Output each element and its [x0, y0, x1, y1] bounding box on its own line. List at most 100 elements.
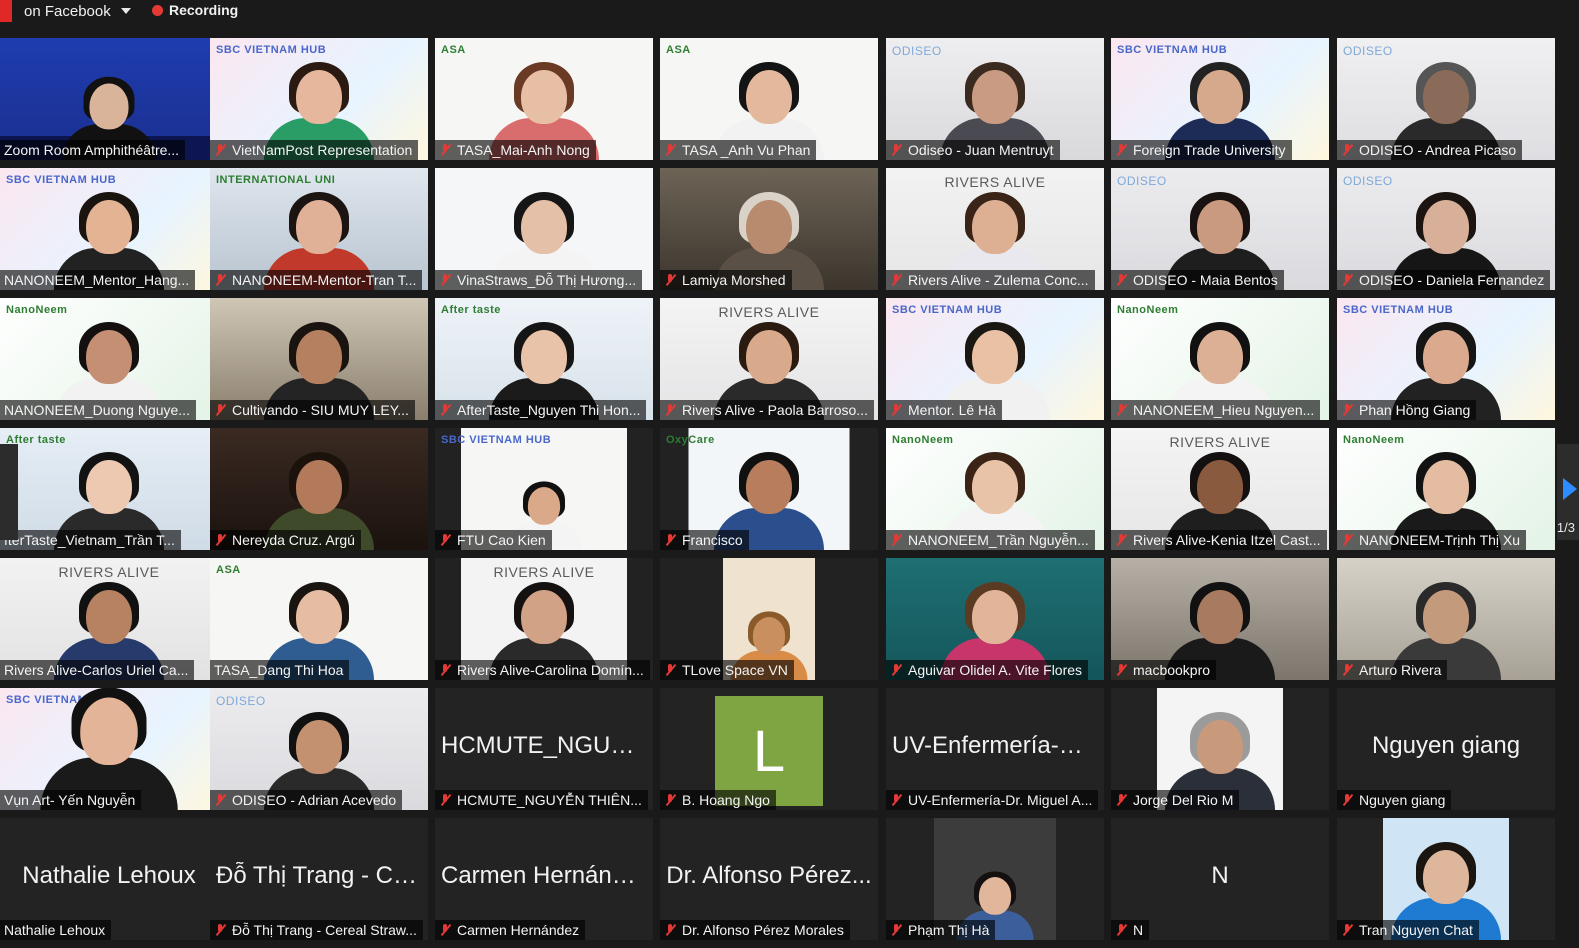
head — [86, 460, 132, 514]
participant-tile[interactable]: SBC VIETNAM HUB NANONEEM_Mentor_Hang... — [0, 168, 218, 290]
participant-tile[interactable]: SBC VIETNAM HUB VietNamPost Representatio… — [210, 38, 428, 160]
participant-tile[interactable]: ODISEO ODISEO - Maia Bentos — [1111, 168, 1329, 290]
mic-muted-icon — [890, 664, 902, 676]
head — [1423, 200, 1469, 254]
participant-tile[interactable]: SBC VIETNAM HUB FTU Cao Kien — [435, 428, 653, 550]
participant-tile[interactable]: HCMUTE_NGUYỄ... HCMUTE_NGUYỄN THIÊN... — [435, 688, 653, 810]
participant-name: Zoom Room Amphithéâtre... — [4, 142, 180, 158]
participant-tile[interactable]: Đỗ Thị Trang - Ce... Đỗ Thị Trang - Cerea… — [210, 818, 428, 940]
participant-name: B. Hoang Ngo — [682, 792, 770, 808]
participant-name-label: Odiseo - Juan Mentruyt — [886, 140, 1060, 160]
mic-muted-icon — [664, 404, 676, 416]
participant-tile[interactable]: Lamiya Morshed — [660, 168, 878, 290]
participant-tile[interactable]: Dr. Alfonso Pérez... Dr. Alfonso Pérez Mo… — [660, 818, 878, 940]
mic-muted-icon — [1115, 534, 1127, 546]
participant-name: fterTaste_Vietnam_Trần T... — [4, 532, 175, 548]
participant-name-label: ODISEO - Adrian Acevedo — [210, 790, 403, 810]
participant-tile[interactable]: Tran Nguyen Chat — [1337, 818, 1555, 940]
recording-indicator[interactable]: Recording — [152, 2, 238, 18]
sponsor-watermark: ASA — [216, 564, 241, 576]
participant-name: NANONEEM_Duong Nguye... — [4, 402, 190, 418]
head — [972, 460, 1018, 514]
participant-tile[interactable]: RIVERS ALIVE Rivers Alive - Paola Barroso… — [660, 298, 878, 420]
participant-name: Nguyen giang — [1359, 792, 1446, 808]
participant-tile[interactable]: Cultivando - SIU MUY LEY... — [210, 298, 428, 420]
participant-tile[interactable]: L B. Hoang Ngo — [660, 688, 878, 810]
participant-tile[interactable]: NN — [1111, 818, 1329, 940]
sponsor-watermark: ODISEO — [1343, 174, 1393, 188]
sponsor-watermark: NanoNeem — [1343, 434, 1405, 446]
sponsor-watermark: OxyCare — [666, 434, 715, 446]
participant-tile[interactable]: UV-Enfermería-Dr... UV-Enfermería-Dr. Mig… — [886, 688, 1104, 810]
participant-display-name: Nguyen giang — [1371, 732, 1521, 759]
head — [972, 590, 1018, 644]
head — [296, 460, 342, 514]
participant-tile[interactable]: ODISEO ODISEO - Adrian Acevedo — [210, 688, 428, 810]
participant-tile[interactable]: NanoNeem NANONEEM-Trịnh Thị Xu — [1337, 428, 1555, 550]
participant-tile[interactable]: Arturo Rivera — [1337, 558, 1555, 680]
sponsor-watermark: INTERNATIONAL UNI — [216, 174, 336, 186]
participant-name: NANONEEM_Hieu Nguyen... — [1133, 402, 1315, 418]
previous-page-button[interactable] — [0, 444, 18, 540]
participant-tile[interactable]: ODISEO Odiseo - Juan Mentruyt — [886, 38, 1104, 160]
participant-tile[interactable]: NanoNeem NANONEEM_Trần Nguyễn... — [886, 428, 1104, 550]
head — [746, 330, 792, 384]
participant-name-label: Cultivando - SIU MUY LEY... — [210, 400, 415, 420]
participant-name-label: VinaStraws_Đỗ Thị Hương... — [435, 270, 643, 290]
sponsor-watermark: RIVERS ALIVE — [718, 304, 820, 320]
participant-tile[interactable]: SBC VIETNAM HUB Mentor. Lê Hà — [886, 298, 1104, 420]
participant-tile[interactable]: NanoNeem NANONEEM_Duong Nguye... — [0, 298, 218, 420]
head — [296, 70, 342, 124]
participant-tile[interactable]: OxyCare Francisco — [660, 428, 878, 550]
participant-tile[interactable]: SBC VIETNAM HUB Vụn Art- Yến Nguyễn — [0, 688, 218, 810]
mic-muted-icon — [890, 144, 902, 156]
head — [521, 330, 567, 384]
participant-name-label: Nathalie Lehoux — [0, 920, 112, 940]
participant-tile[interactable]: Zoom Room Amphithéâtre... — [0, 38, 218, 160]
chevron-down-icon[interactable] — [120, 8, 131, 14]
participant-tile[interactable]: ASA TASA_Mai-Anh Nong — [435, 38, 653, 160]
participant-tile[interactable]: RIVERS ALIVE Rivers Alive-Carlos Uriel Ca… — [0, 558, 218, 680]
participant-tile[interactable]: RIVERS ALIVE Rivers Alive-Kenia Itzel Cas… — [1111, 428, 1329, 550]
participant-name: Foreign Trade University — [1133, 142, 1286, 158]
participant-tile[interactable]: INTERNATIONAL UNI NANONEEM-Mentor-Tran T.… — [210, 168, 428, 290]
sponsor-watermark: SBC VIETNAM HUB — [441, 434, 552, 446]
participant-tile[interactable]: Nathalie Lehoux Nathalie Lehoux — [0, 818, 218, 940]
mic-muted-icon — [439, 404, 451, 416]
mic-muted-icon — [1341, 274, 1353, 286]
participant-tile[interactable]: Aguivar Olidel A. Vite Flores — [886, 558, 1104, 680]
participant-display-name: Đỗ Thị Trang - Ce... — [216, 862, 427, 889]
participant-tile[interactable]: SBC VIETNAM HUB Foreign Trade University — [1111, 38, 1329, 160]
participant-name-label: Tran Nguyen Chat — [1337, 920, 1479, 940]
participant-name-label: Arturo Rivera — [1337, 660, 1448, 680]
participant-tile[interactable]: RIVERS ALIVE Rivers Alive-Carolina Domín.… — [435, 558, 653, 680]
participant-tile[interactable]: SBC VIETNAM HUB Phan Hồng Giang — [1337, 298, 1555, 420]
participant-tile[interactable]: After taste AfterTaste_Nguyen Thi Hon... — [435, 298, 653, 420]
participant-name-label: Vụn Art- Yến Nguyễn — [0, 790, 142, 810]
participant-tile[interactable]: ODISEO ODISEO - Andrea Picaso — [1337, 38, 1555, 160]
participant-name-label: Lamiya Morshed — [660, 270, 792, 290]
mic-muted-icon — [1115, 924, 1127, 936]
participant-tile[interactable]: After taste fterTaste_Vietnam_Trần T... — [0, 428, 218, 550]
participant-tile[interactable]: Carmen Hernández Carmen Hernández — [435, 818, 653, 940]
participant-tile[interactable]: Jorge Del Rio M — [1111, 688, 1329, 810]
participant-name: Francisco — [682, 532, 743, 548]
participant-tile[interactable]: ASA TASA_Dang Thi Hoa — [210, 558, 428, 680]
participant-tile[interactable]: ODISEO ODISEO - Daniela Fernandez — [1337, 168, 1555, 290]
head — [296, 590, 342, 644]
head — [86, 590, 132, 644]
participant-tile[interactable]: macbookpro — [1111, 558, 1329, 680]
participant-tile[interactable]: Nguyen giang Nguyen giang — [1337, 688, 1555, 810]
participant-tile[interactable]: TLove Space VN — [660, 558, 878, 680]
participant-tile[interactable]: ASA TASA _Anh Vu Phan — [660, 38, 878, 160]
participant-name: Đỗ Thị Trang - Cereal Straw... — [232, 922, 417, 938]
participant-tile[interactable]: Phạm Thị Hà — [886, 818, 1104, 940]
head — [746, 200, 792, 254]
participant-tile[interactable]: NanoNeem NANONEEM_Hieu Nguyen... — [1111, 298, 1329, 420]
head — [1423, 330, 1469, 384]
participant-name: Nathalie Lehoux — [4, 922, 106, 938]
participant-tile[interactable]: RIVERS ALIVE Rivers Alive - Zulema Conc..… — [886, 168, 1104, 290]
facebook-live-dropdown[interactable]: on Facebook — [0, 0, 131, 22]
participant-tile[interactable]: VinaStraws_Đỗ Thị Hương... — [435, 168, 653, 290]
participant-tile[interactable]: Nereyda Cruz. Argú — [210, 428, 428, 550]
